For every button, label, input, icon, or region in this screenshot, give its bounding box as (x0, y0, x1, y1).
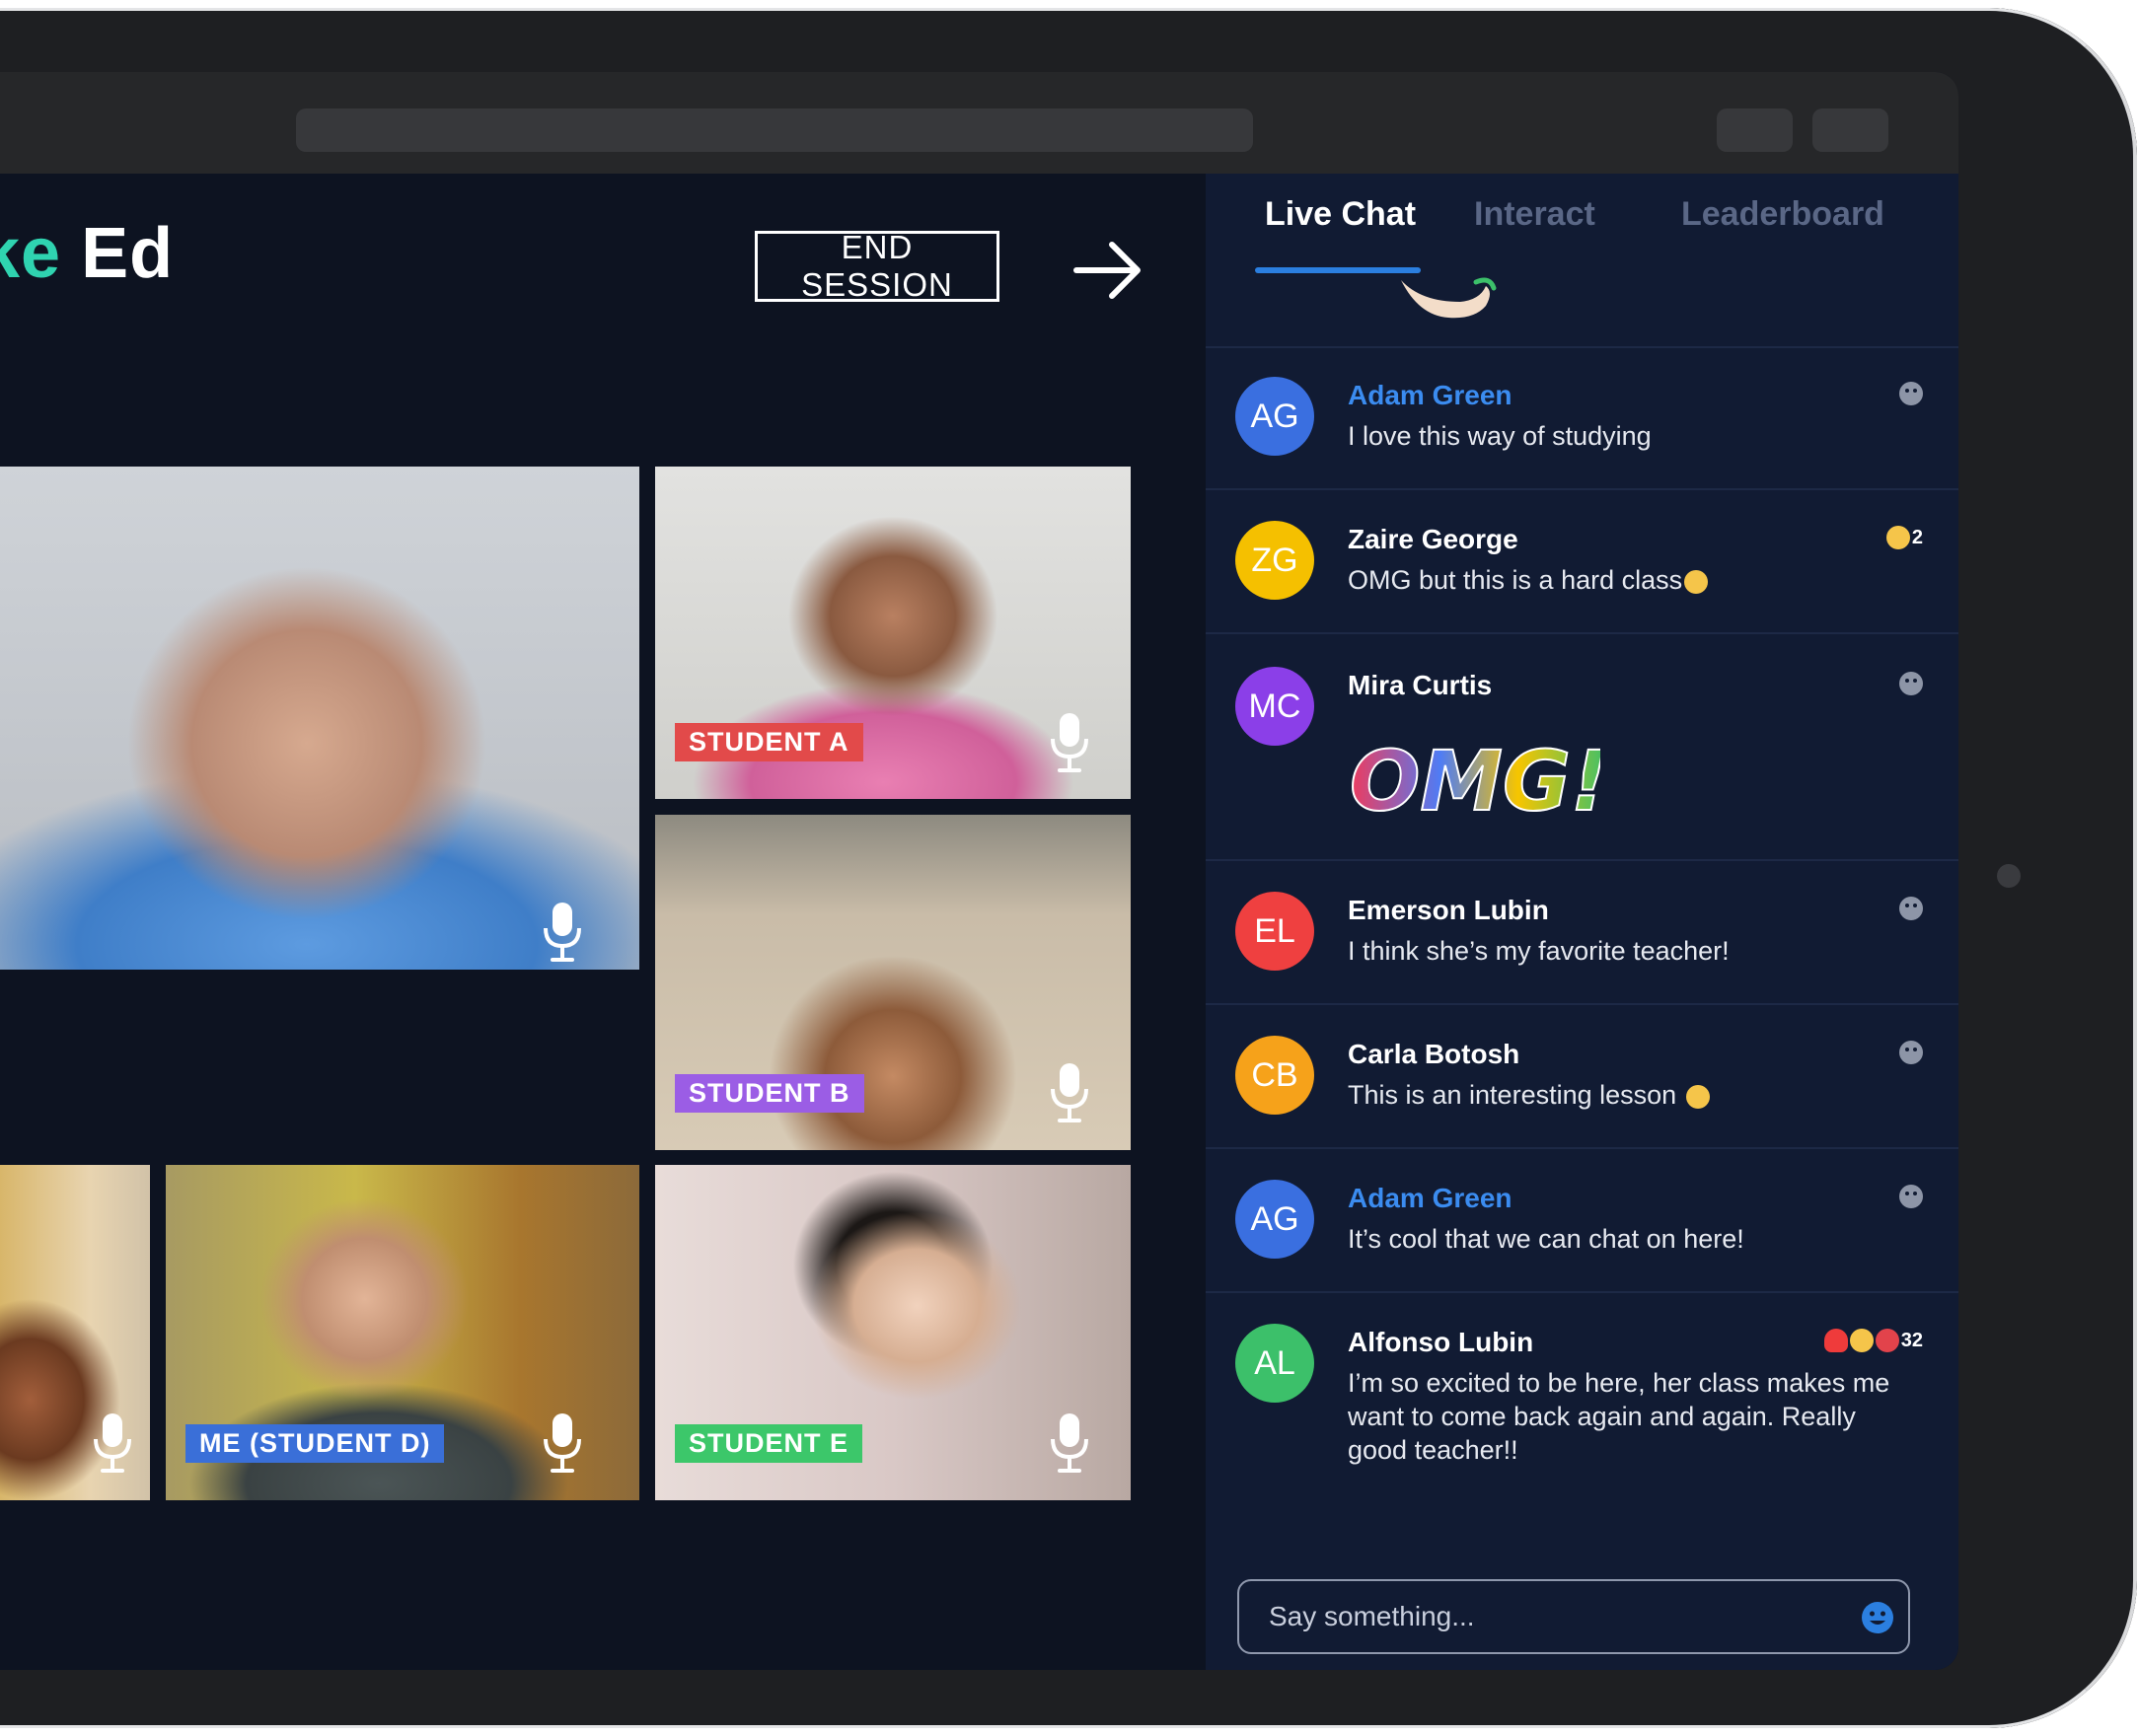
reaction-summary[interactable]: 32 (1823, 1329, 1923, 1352)
browser-bar (0, 72, 1958, 174)
reaction-summary[interactable]: 2 (1885, 526, 1923, 549)
message-text: This is an interesting lesson (1348, 1080, 1677, 1110)
url-bar[interactable] (296, 108, 1253, 152)
chat-panel: Live Chat Interact Leaderboard AG Adam G… (1206, 174, 1958, 1670)
avatar[interactable]: CB (1235, 1036, 1314, 1115)
browser-button-2[interactable] (1812, 108, 1888, 152)
chat-message: MC Mira Curtis OMG! (1206, 634, 1958, 861)
reaction-count: 2 (1911, 526, 1923, 548)
video-tile-teacher[interactable] (0, 467, 639, 970)
app-logo[interactable]: ke Ed (0, 213, 174, 294)
avatar[interactable]: AG (1235, 1180, 1314, 1259)
participant-label: STUDENT E (675, 1424, 863, 1463)
avatar[interactable]: EL (1235, 892, 1314, 971)
add-reaction-button[interactable] (1899, 672, 1923, 695)
chat-input[interactable] (1237, 1579, 1910, 1654)
heart-emoji-icon (1823, 1329, 1848, 1352)
laughing-emoji-icon (1849, 1329, 1874, 1352)
browser-button-1[interactable] (1717, 108, 1793, 152)
chat-message: AG Adam Green I love this way of studyin… (1206, 346, 1958, 490)
smiley-icon (1899, 672, 1923, 695)
message-author[interactable]: Alfonso Lubin (1348, 1327, 1533, 1358)
omg-sticker: OMG! (1349, 732, 1600, 828)
microphone-icon[interactable] (1048, 711, 1091, 774)
add-reaction-button[interactable] (1899, 897, 1923, 920)
screen: ke Ed END SESSION STUDENT A STUDENT B ME… (0, 72, 1958, 1670)
avatar[interactable]: AL (1235, 1324, 1314, 1403)
message-text: It’s cool that we can chat on here! (1348, 1224, 1744, 1254)
end-session-button[interactable]: END SESSION (755, 229, 999, 303)
smiley-icon (1899, 382, 1923, 405)
sticker-text: OMG! (1350, 733, 1600, 828)
emoji-picker-icon[interactable] (1861, 1601, 1894, 1634)
grimace-emoji-icon (1684, 569, 1709, 594)
avatar[interactable]: MC (1235, 667, 1314, 746)
logo-accent: ke (0, 214, 62, 293)
video-tile-student-e[interactable]: STUDENT E (655, 1165, 1131, 1500)
chat-message: ZG Zaire George OMG but this is a hard c… (1206, 490, 1958, 634)
add-reaction-button[interactable] (1899, 1041, 1923, 1064)
reaction-count: 32 (1900, 1329, 1923, 1351)
add-reaction-button[interactable] (1899, 1185, 1923, 1208)
arrow-right-icon[interactable] (1070, 231, 1149, 310)
message-text-row: This is an interesting lesson (1348, 1078, 1900, 1112)
message-text: OMG but this is a hard class (1348, 565, 1683, 595)
avatar[interactable]: ZG (1235, 521, 1314, 600)
message-author[interactable]: Adam Green (1348, 380, 1512, 411)
chat-message: CB Carla Botosh This is an interesting l… (1206, 1005, 1958, 1149)
video-tile-student-b[interactable]: STUDENT B (655, 815, 1131, 1150)
participant-label: ME (STUDENT D) (185, 1424, 445, 1463)
message-text: I’m so excited to be here, her class mak… (1348, 1368, 1890, 1465)
message-author[interactable]: Emerson Lubin (1348, 895, 1549, 926)
smiley-icon (1899, 1185, 1923, 1208)
microphone-icon[interactable] (541, 901, 584, 964)
microphone-icon[interactable] (1048, 1411, 1091, 1475)
tab-leaderboard[interactable]: Leaderboard (1681, 195, 1884, 234)
tab-live-chat[interactable]: Live Chat (1265, 195, 1416, 234)
video-tile-student-d[interactable]: ME (STUDENT D) (166, 1165, 639, 1500)
message-author[interactable]: Carla Botosh (1348, 1039, 1519, 1070)
message-text-row: OMG but this is a hard class (1348, 563, 1900, 597)
participant-label: STUDENT A (675, 723, 863, 761)
video-tile-student-c[interactable] (0, 1165, 150, 1500)
chat-tabs: Live Chat Interact Leaderboard (1206, 174, 1958, 348)
add-reaction-button[interactable] (1899, 382, 1923, 405)
tab-interact[interactable]: Interact (1474, 195, 1595, 234)
message-author[interactable]: Adam Green (1348, 1183, 1512, 1214)
chat-message: AG Adam Green It’s cool that we can chat… (1206, 1149, 1958, 1293)
waving-hand-icon (1401, 277, 1497, 319)
message-author[interactable]: Zaire George (1348, 524, 1518, 555)
tablet-frame: ke Ed END SESSION STUDENT A STUDENT B ME… (0, 8, 2137, 1728)
avatar[interactable]: AG (1235, 377, 1314, 456)
microphone-icon[interactable] (1048, 1061, 1091, 1124)
teacher-video (0, 467, 639, 970)
sad-emoji-icon (1885, 526, 1910, 549)
camera-dot (1997, 864, 2021, 888)
message-author[interactable]: Mira Curtis (1348, 670, 1492, 701)
video-tile-student-a[interactable]: STUDENT A (655, 467, 1131, 799)
microphone-icon[interactable] (91, 1411, 134, 1475)
logo-text: Ed (81, 214, 175, 293)
video-area: ke Ed END SESSION STUDENT A STUDENT B ME… (0, 174, 1206, 1670)
smiley-icon (1899, 1041, 1923, 1064)
message-text: I think she’s my favorite teacher! (1348, 936, 1730, 966)
thinking-emoji-icon (1686, 1084, 1711, 1109)
microphone-icon[interactable] (541, 1411, 584, 1475)
smiley-icon (1899, 897, 1923, 920)
chat-message: EL Emerson Lubin I think she’s my favori… (1206, 861, 1958, 1005)
angry-emoji-icon (1875, 1329, 1899, 1352)
chat-message: AL Alfonso Lubin I’m so excited to be he… (1206, 1293, 1958, 1500)
participant-label: STUDENT B (675, 1074, 864, 1113)
message-text: I love this way of studying (1348, 421, 1652, 451)
